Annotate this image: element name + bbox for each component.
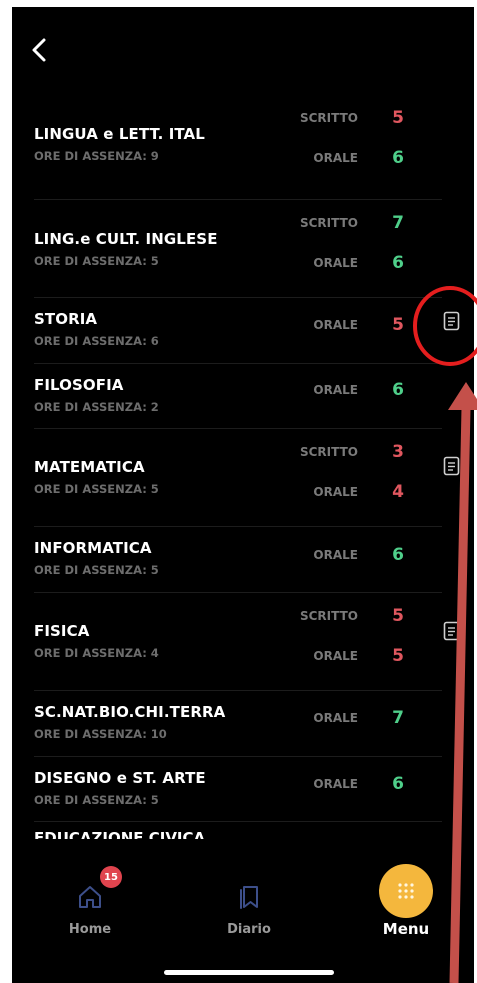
grid-dots-icon xyxy=(398,883,414,899)
subject-row[interactable]: FISICA ORE DI ASSENZA: 4 SCRITTO 5 ORALE 5 xyxy=(34,592,460,691)
grade-value[interactable]: 6 xyxy=(388,380,408,400)
subject-row[interactable]: LINGUA e LETT. ITAL ORE DI ASSENZA: 9 SCRI… xyxy=(34,97,442,200)
grade-value[interactable]: 5 xyxy=(388,646,408,666)
absence-hours: ORE DI ASSENZA: 10 xyxy=(34,727,167,741)
grade-value[interactable]: 7 xyxy=(388,708,408,728)
grade-type-scritto: SCRITTO xyxy=(299,216,358,230)
grade-type-scritto: SCRITTO xyxy=(299,445,358,459)
partial-subject-name: EDUCAZIONE CIVICA xyxy=(34,829,206,839)
absence-hours: ORE DI ASSENZA: 5 xyxy=(34,482,159,496)
absence-hours: ORE DI ASSENZA: 4 xyxy=(34,646,159,660)
grade-value[interactable]: 5 xyxy=(388,108,408,128)
subject-name: MATEMATICA xyxy=(34,458,145,476)
absence-hours: ORE DI ASSENZA: 9 xyxy=(34,149,159,163)
subject-name: INFORMATICA xyxy=(34,539,152,557)
back-button[interactable] xyxy=(26,35,52,65)
subject-name: FISICA xyxy=(34,622,90,640)
grade-value[interactable]: 7 xyxy=(388,213,408,233)
subject-name: STORIA xyxy=(34,310,98,328)
subject-name: LING.e CULT. INGLESE xyxy=(34,230,218,248)
absence-hours: ORE DI ASSENZA: 2 xyxy=(34,400,159,414)
home-indicator xyxy=(164,970,334,975)
tab-menu-label: Menu xyxy=(382,920,430,938)
grades-list: LINGUA e LETT. ITAL ORE DI ASSENZA: 9 SCRI… xyxy=(34,97,464,837)
grade-value[interactable]: 6 xyxy=(388,148,408,168)
subject-row[interactable]: STORIA ORE DI ASSENZA: 6 ORALE 5 xyxy=(34,297,460,364)
absence-hours: ORE DI ASSENZA: 6 xyxy=(34,334,159,348)
bookmark-icon xyxy=(240,886,258,909)
subject-row[interactable]: DISEGNO e ST. ARTE ORE DI ASSENZA: 5 ORALE… xyxy=(34,756,442,822)
subject-row[interactable]: MATEMATICA ORE DI ASSENZA: 5 SCRITTO 3 ORALE… xyxy=(34,428,460,527)
app-screen: LINGUA e LETT. ITAL ORE DI ASSENZA: 9 SCRI… xyxy=(12,7,474,983)
chevron-left-icon xyxy=(32,38,46,62)
menu-button[interactable] xyxy=(379,864,433,918)
subject-name: LINGUA e LETT. ITAL xyxy=(34,125,205,143)
grade-type-orale: ORALE xyxy=(313,318,358,332)
absence-hours: ORE DI ASSENZA: 5 xyxy=(34,254,159,268)
grade-value[interactable]: 5 xyxy=(388,315,408,335)
grade-type-scritto: SCRITTO xyxy=(299,609,358,623)
grade-type-orale: ORALE xyxy=(313,548,358,562)
grade-type-orale: ORALE xyxy=(313,151,358,165)
grade-type-orale: ORALE xyxy=(313,711,358,725)
grade-value[interactable]: 6 xyxy=(388,774,408,794)
subject-name: DISEGNO e ST. ARTE xyxy=(34,769,206,787)
note-icon[interactable] xyxy=(443,621,461,641)
home-icon xyxy=(79,886,101,908)
grade-type-orale: ORALE xyxy=(313,777,358,791)
grade-value[interactable]: 5 xyxy=(388,606,408,626)
subject-row[interactable]: SC.NAT.BIO.CHI.TERRA ORE DI ASSENZA: 10 OR… xyxy=(34,690,442,757)
subject-name: SC.NAT.BIO.CHI.TERRA xyxy=(34,703,226,721)
grade-type-orale: ORALE xyxy=(313,383,358,397)
grade-value[interactable]: 3 xyxy=(388,442,408,462)
grade-value[interactable]: 6 xyxy=(388,545,408,565)
absence-hours: ORE DI ASSENZA: 5 xyxy=(34,793,159,807)
subject-row[interactable]: INFORMATICA ORE DI ASSENZA: 5 ORALE 6 xyxy=(34,526,442,593)
grade-value[interactable]: 6 xyxy=(388,253,408,273)
partial-subject-row: EDUCAZIONE CIVICA xyxy=(34,829,224,839)
subject-row[interactable]: LING.e CULT. INGLESE ORE DI ASSENZA: 5 SCR… xyxy=(34,199,442,298)
grade-value[interactable]: 4 xyxy=(388,482,408,502)
grade-type-orale: ORALE xyxy=(313,649,358,663)
grade-type-orale: ORALE xyxy=(313,485,358,499)
tab-diario-label: Diario xyxy=(227,922,271,937)
grade-type-scritto: SCRITTO xyxy=(299,111,358,125)
note-icon[interactable] xyxy=(443,311,461,331)
home-notification-badge: 15 xyxy=(100,866,122,888)
subject-name: FILOSOFIA xyxy=(34,376,124,394)
subject-row[interactable]: FILOSOFIA ORE DI ASSENZA: 2 ORALE 6 xyxy=(34,363,442,429)
grade-type-orale: ORALE xyxy=(313,256,358,270)
note-icon[interactable] xyxy=(443,456,461,476)
tab-home-label: Home xyxy=(68,922,112,937)
absence-hours: ORE DI ASSENZA: 5 xyxy=(34,563,159,577)
